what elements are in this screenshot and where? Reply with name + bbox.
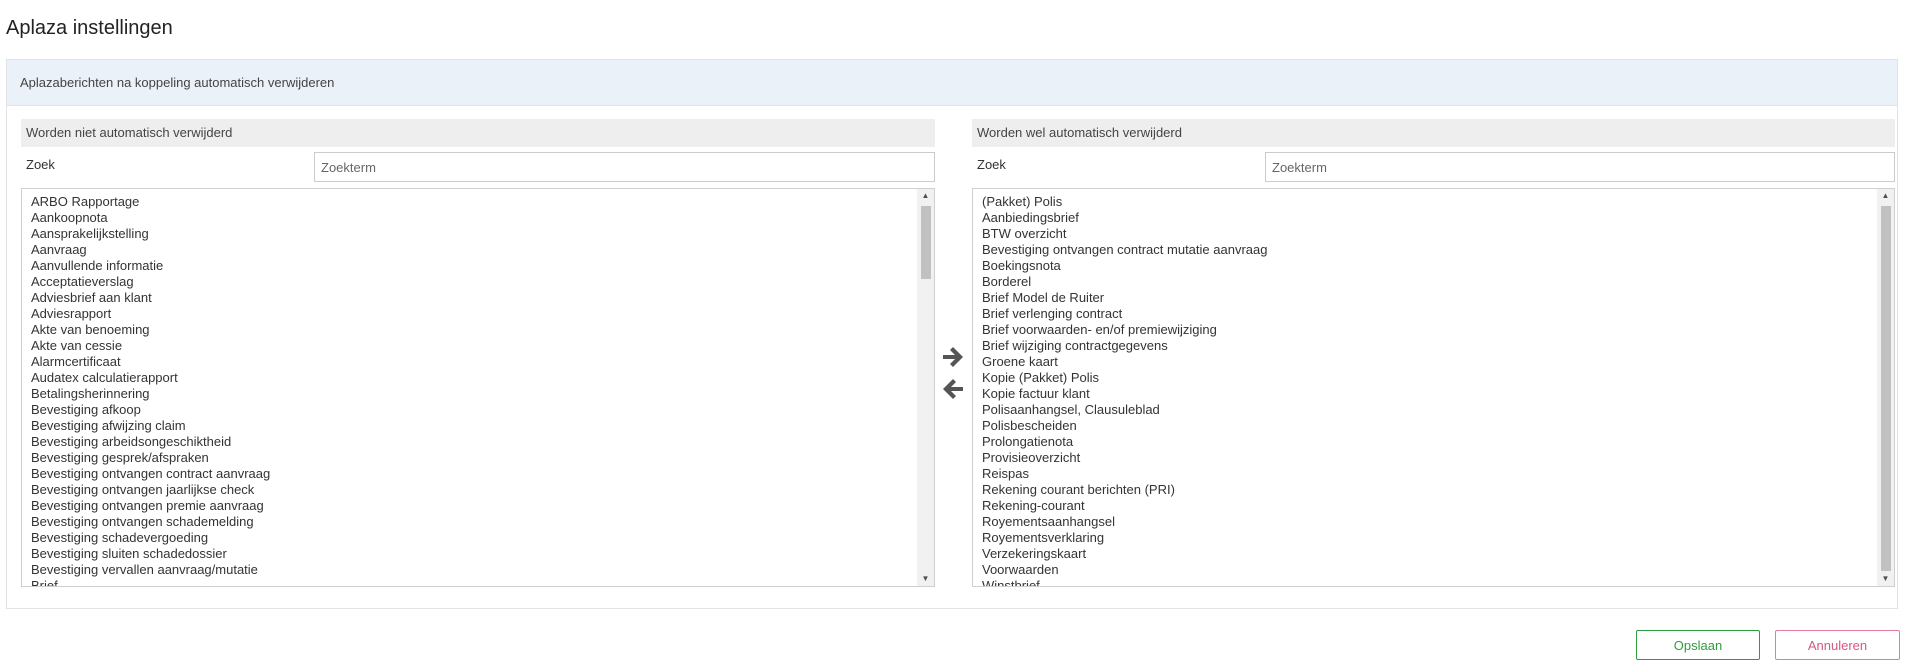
list-item[interactable]: Bevestiging ontvangen schademelding [31, 514, 934, 530]
list-item[interactable]: Adviesbrief aan klant [31, 290, 934, 306]
list-item[interactable]: Voorwaarden [982, 562, 1894, 578]
right-scrollbar[interactable]: ▲ ▼ [1877, 189, 1894, 586]
list-item[interactable]: Alarmcertificaat [31, 354, 934, 370]
list-item[interactable]: Bevestiging afwijzing claim [31, 418, 934, 434]
scroll-down-icon[interactable]: ▼ [917, 572, 934, 586]
save-button[interactable]: Opslaan [1636, 630, 1760, 660]
list-item[interactable]: Reispas [982, 466, 1894, 482]
scroll-up-icon[interactable]: ▲ [1877, 189, 1894, 203]
list-item[interactable]: Aankoopnota [31, 210, 934, 226]
list-item[interactable]: BTW overzicht [982, 226, 1894, 242]
arrow-right-icon[interactable] [940, 344, 966, 370]
list-item[interactable]: Bevestiging ontvangen jaarlijkse check [31, 482, 934, 498]
not-deleted-column: Worden niet automatisch verwijderd Zoek … [21, 119, 935, 587]
list-item[interactable]: Adviesrapport [31, 306, 934, 322]
panel-header: Aplazaberichten na koppeling automatisch… [7, 60, 1897, 106]
transfer-controls [940, 344, 966, 408]
list-item[interactable]: Akte van benoeming [31, 322, 934, 338]
list-item[interactable]: Rekening-courant [982, 498, 1894, 514]
list-item[interactable]: Polisbescheiden [982, 418, 1894, 434]
list-item[interactable]: Winstbrief [982, 578, 1894, 586]
list-item[interactable]: Audatex calculatierapport [31, 370, 934, 386]
list-item[interactable]: Groene kaart [982, 354, 1894, 370]
arrow-left-icon[interactable] [940, 376, 966, 402]
list-item[interactable]: Brief [31, 578, 934, 586]
left-scrollbar[interactable]: ▲ ▼ [917, 189, 934, 586]
list-item[interactable]: Bevestiging afkoop [31, 402, 934, 418]
list-item[interactable]: Royementsaanhangsel [982, 514, 1894, 530]
list-item[interactable]: Verzekeringskaart [982, 546, 1894, 562]
left-scroll-thumb[interactable] [921, 206, 931, 279]
scroll-down-icon[interactable]: ▼ [1877, 572, 1894, 586]
list-item[interactable]: Bevestiging gesprek/afspraken [31, 450, 934, 466]
list-item[interactable]: Borderel [982, 274, 1894, 290]
list-item[interactable]: Bevestiging ontvangen premie aanvraag [31, 498, 934, 514]
not-deleted-list: ARBO Rapportage Aankoopnota Aansprakelijks… [22, 189, 934, 586]
list-item[interactable]: Brief verlenging contract [982, 306, 1894, 322]
list-item[interactable]: Brief wijziging contractgegevens [982, 338, 1894, 354]
left-search-row: Zoek [21, 152, 935, 188]
list-item[interactable]: Provisieoverzicht [982, 450, 1894, 466]
list-item[interactable]: Kopie factuur klant [982, 386, 1894, 402]
list-item[interactable]: Boekingsnota [982, 258, 1894, 274]
list-item[interactable]: ARBO Rapportage [31, 194, 934, 210]
list-item[interactable]: Bevestiging ontvangen contract mutatie a… [982, 242, 1894, 258]
page-title: Aplaza instellingen [6, 17, 173, 39]
deleted-listbox[interactable]: (Pakket) Polis Aanbiedingsbrief BTW overzi… [972, 188, 1895, 587]
right-search-label: Zoek [977, 157, 1006, 172]
list-item[interactable]: (Pakket) Polis [982, 194, 1894, 210]
deleted-list: (Pakket) Polis Aanbiedingsbrief BTW overzi… [973, 189, 1894, 586]
right-search-input[interactable] [1265, 152, 1895, 182]
not-deleted-header: Worden niet automatisch verwijderd [21, 119, 935, 147]
list-item[interactable]: Brief voorwaarden- en/of premiewijziging [982, 322, 1894, 338]
list-item[interactable]: Prolongatienota [982, 434, 1894, 450]
list-item[interactable]: Royementsverklaring [982, 530, 1894, 546]
scroll-up-icon[interactable]: ▲ [917, 189, 934, 203]
deleted-header: Worden wel automatisch verwijderd [972, 119, 1895, 147]
list-item[interactable]: Acceptatieverslag [31, 274, 934, 290]
left-search-input[interactable] [314, 152, 935, 182]
list-item[interactable]: Aansprakelijkstelling [31, 226, 934, 242]
right-scroll-thumb[interactable] [1881, 206, 1891, 571]
list-item[interactable]: Brief Model de Ruiter [982, 290, 1894, 306]
right-search-row: Zoek [972, 152, 1895, 188]
list-item[interactable]: Rekening courant berichten (PRI) [982, 482, 1894, 498]
list-item[interactable]: Bevestiging sluiten schadedossier [31, 546, 934, 562]
list-item[interactable]: Bevestiging arbeidsongeschiktheid [31, 434, 934, 450]
left-search-label: Zoek [26, 157, 55, 172]
list-item[interactable]: Aanbiedingsbrief [982, 210, 1894, 226]
list-item[interactable]: Kopie (Pakket) Polis [982, 370, 1894, 386]
settings-panel: Aplazaberichten na koppeling automatisch… [6, 59, 1898, 609]
not-deleted-listbox[interactable]: ARBO Rapportage Aankoopnota Aansprakelijks… [21, 188, 935, 587]
list-item[interactable]: Bevestiging ontvangen contract aanvraag [31, 466, 934, 482]
cancel-button[interactable]: Annuleren [1775, 630, 1900, 660]
list-item[interactable]: Bevestiging vervallen aanvraag/mutatie [31, 562, 934, 578]
list-item[interactable]: Bevestiging schadevergoeding [31, 530, 934, 546]
list-item[interactable]: Betalingsherinnering [31, 386, 934, 402]
list-item[interactable]: Aanvullende informatie [31, 258, 934, 274]
deleted-column: Worden wel automatisch verwijderd Zoek (… [972, 119, 1895, 587]
list-item[interactable]: Polisaanhangsel, Clausuleblad [982, 402, 1894, 418]
list-item[interactable]: Akte van cessie [31, 338, 934, 354]
list-item[interactable]: Aanvraag [31, 242, 934, 258]
